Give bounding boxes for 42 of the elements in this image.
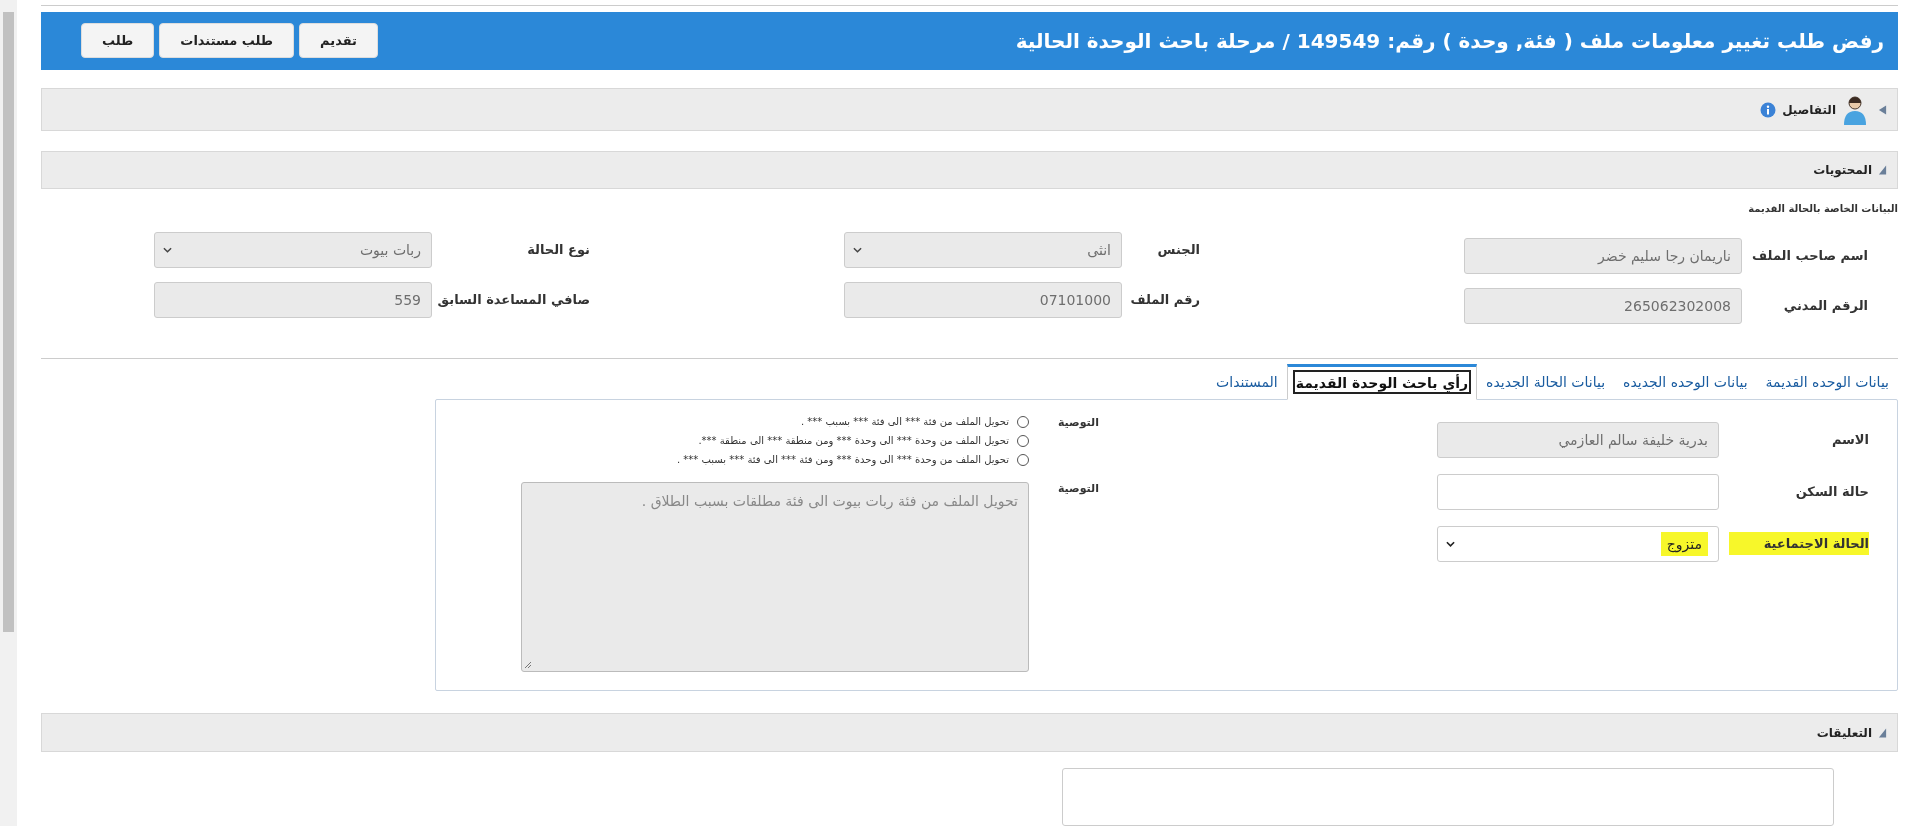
action-button[interactable]: تقديم	[299, 23, 378, 59]
option-label: تحويل الملف من وحدة *** الى وحدة *** ومن منطقة *** الى منطقة ***.	[698, 435, 1009, 447]
subsection-title: البيانات الخاصة بالحالة القديمة	[1747, 202, 1898, 214]
field-label: التوصية	[1056, 481, 1099, 497]
text-field[interactable]	[1437, 473, 1719, 510]
field-label: رقم الملف	[1130, 292, 1200, 308]
tab[interactable]: رأي باحث الوحدة القديمة	[1286, 363, 1478, 400]
field-label: الرقم المدني	[1782, 298, 1868, 314]
action-button[interactable]: طلب مستندات	[159, 23, 295, 59]
field-label: صافي المساعدة السابق	[440, 292, 590, 308]
option-label: تحويل الملف من فئة *** الى فئة *** بسبب *** .	[801, 416, 1009, 428]
action-button[interactable]: طلب	[81, 23, 155, 59]
scrollbar[interactable]	[0, 0, 17, 826]
field-label: التوصية	[1056, 415, 1099, 431]
chevron-icon	[1446, 540, 1455, 547]
field-label: حالة السكن	[1794, 483, 1869, 502]
section-title: التفاصيل	[1782, 102, 1836, 117]
chevron-icon	[853, 246, 862, 253]
dropdown[interactable]: متزوج	[1437, 525, 1719, 562]
section-bar[interactable]: التعليقات	[41, 712, 1898, 753]
field-label: الاسم	[1830, 431, 1869, 450]
chevron-icon	[163, 246, 172, 253]
field-label: نوع الحالة	[526, 242, 590, 258]
info-icon[interactable]	[1760, 101, 1777, 118]
section-title: المحتويات	[1813, 162, 1872, 177]
radio-button[interactable]	[1017, 415, 1029, 428]
option-label: تحويل الملف من وحدة *** الى وحدة *** ومن فئة *** الى فئة *** بسبب *** .	[677, 454, 1009, 466]
field-label: الجنس	[1156, 242, 1200, 258]
triangle-icon	[1878, 163, 1887, 176]
comment-field[interactable]	[1062, 768, 1834, 826]
triangle-icon	[1878, 103, 1887, 116]
radio-button[interactable]	[1017, 434, 1029, 447]
field-label: اسم صاحب الملف	[1751, 248, 1868, 264]
person-icon	[1842, 94, 1868, 125]
section-bar[interactable]: التفاصيل	[41, 88, 1898, 132]
field-label: الحالة الاجتماعية	[1729, 532, 1869, 556]
section-bar[interactable]: المحتويات	[41, 151, 1898, 189]
resize-grip-icon[interactable]	[524, 660, 532, 669]
radio-button[interactable]	[1017, 453, 1029, 466]
section-title: التعليقات	[1816, 725, 1872, 740]
page-title: رفض طلب تغيير معلومات ملف ( فئة, وحدة ) رقم: 149549 / مرحلة باحث الوحدة الحالية	[1015, 28, 1884, 53]
triangle-icon	[1878, 726, 1887, 739]
